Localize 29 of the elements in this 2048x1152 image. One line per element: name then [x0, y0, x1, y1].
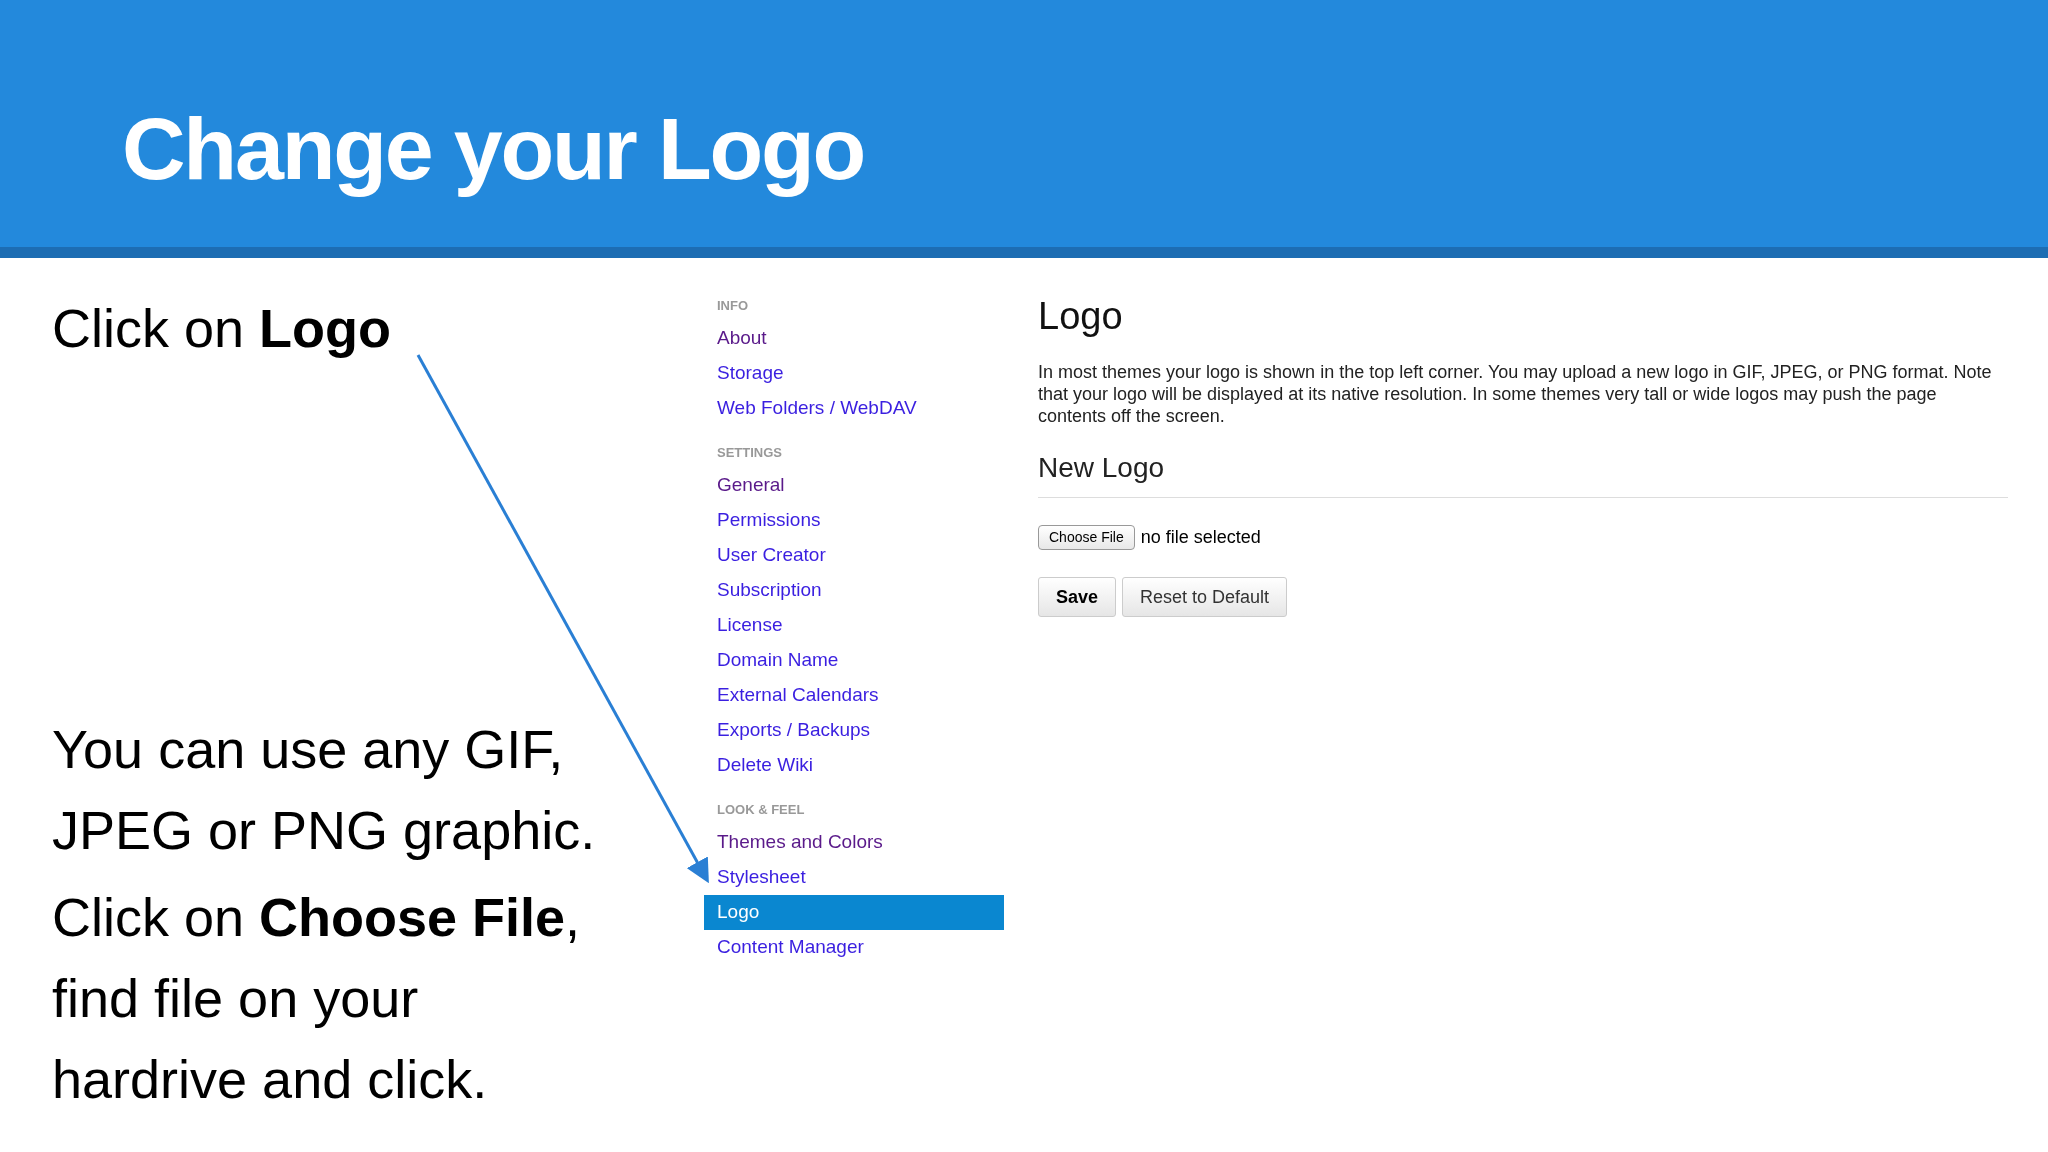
instruction-text: Click on Choose File, find file on your hardrive and click.: [52, 886, 582, 1111]
form-button[interactable]: Reset to Default: [1122, 577, 1288, 617]
form-button[interactable]: Save: [1038, 577, 1117, 617]
nav-link[interactable]: Storage: [704, 356, 1004, 391]
nav-link[interactable]: Exports / Backups: [704, 713, 1004, 748]
nav-link[interactable]: About: [704, 321, 1004, 356]
nav-link[interactable]: Logo: [704, 895, 1004, 930]
instruction-text: You can use any GIF, JPEG or PNG graphic.: [52, 718, 597, 862]
page-heading: Logo: [1038, 294, 1123, 339]
section-heading: LOOK & FEEL: [716, 801, 805, 820]
nav-link[interactable]: Content Manager: [704, 930, 1004, 965]
description-text: In most themes your logo is shown in the top left corner. You may upload a new logo in GIF, JPEG, or PNG format. Note that your logo will be displayed at its native resolution. In some themes very tall or wide logos may push the page contents off the screen.: [1038, 361, 1993, 427]
section-heading: New Logo: [1038, 451, 1165, 485]
nav-link[interactable]: Domain Name: [704, 643, 1004, 678]
nav-link[interactable]: License: [704, 608, 1004, 643]
nav-link[interactable]: Subscription: [704, 573, 1004, 608]
nav-link[interactable]: Delete Wiki: [704, 748, 1004, 783]
nav-link[interactable]: Web Folders / WebDAV: [704, 391, 1004, 426]
file-status: no file selected: [1140, 526, 1261, 549]
choose-file-button[interactable]: Choose File: [1038, 525, 1135, 550]
nav-link[interactable]: General: [704, 468, 1004, 503]
nav-link[interactable]: External Calendars: [704, 678, 1004, 713]
section-heading: SETTINGS: [716, 444, 782, 463]
nav-link[interactable]: User Creator: [704, 538, 1004, 573]
nav-link[interactable]: Themes and Colors: [704, 825, 1004, 860]
section-heading: INFO: [716, 297, 749, 316]
nav-link[interactable]: Stylesheet: [704, 860, 1004, 895]
nav-link[interactable]: Permissions: [704, 503, 1004, 538]
instruction-text: Click on Logo: [52, 297, 392, 360]
